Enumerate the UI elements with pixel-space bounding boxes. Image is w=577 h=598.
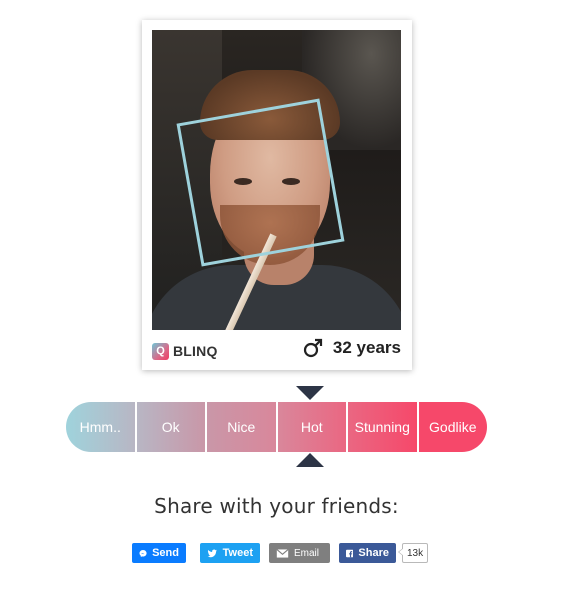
rating-option-hot[interactable]: Hot <box>275 402 346 452</box>
rating-marker-bottom <box>296 453 324 467</box>
rating-option-label: Hot <box>300 419 323 435</box>
messenger-icon <box>139 549 147 557</box>
rating-option-label: Hmm.. <box>79 419 121 435</box>
rating-option-label: Godlike <box>429 419 477 435</box>
brand: Q BLINQ <box>152 342 218 360</box>
share-buttons: Send Tweet Email Share 13k <box>132 542 429 564</box>
send-label: Send <box>152 547 179 559</box>
age-label: 32 years <box>332 338 401 357</box>
card-footer: Q BLINQ 32 years <box>152 332 401 368</box>
rating-option-ok[interactable]: Ok <box>134 402 205 452</box>
profile-photo <box>152 30 401 330</box>
facebook-share-button[interactable]: Share <box>339 543 396 563</box>
messenger-send-button[interactable]: Send <box>132 543 186 563</box>
facebook-icon <box>346 549 354 557</box>
age-info: 32 years <box>303 338 401 358</box>
email-button[interactable]: Email <box>269 543 330 563</box>
share-label: Share <box>358 547 389 559</box>
face-detection-box <box>176 98 345 267</box>
blinq-logo-icon: Q <box>152 342 169 360</box>
rating-bar: Hmm.. Ok Nice Hot Stunning Godlike <box>66 402 487 452</box>
rating-marker-top <box>296 386 324 400</box>
profile-card: Q BLINQ 32 years <box>142 20 412 370</box>
envelope-icon <box>276 548 289 558</box>
rating-option-nice[interactable]: Nice <box>205 402 276 452</box>
twitter-bird-icon <box>207 549 217 557</box>
brand-name: BLINQ <box>173 343 218 359</box>
share-title: Share with your friends: <box>154 494 399 518</box>
rating-option-godlike[interactable]: Godlike <box>416 402 487 452</box>
facebook-share-count: 13k <box>397 543 429 563</box>
tweet-label: Tweet <box>222 547 253 559</box>
email-label: Email <box>294 547 320 559</box>
rating-option-stunning[interactable]: Stunning <box>346 402 417 452</box>
rating-option-hmm[interactable]: Hmm.. <box>66 402 135 452</box>
male-symbol-icon <box>303 338 323 358</box>
tweet-button[interactable]: Tweet <box>200 543 260 563</box>
rating-option-label: Nice <box>227 419 256 435</box>
rating-option-label: Stunning <box>354 419 410 435</box>
rating-option-label: Ok <box>161 419 180 435</box>
